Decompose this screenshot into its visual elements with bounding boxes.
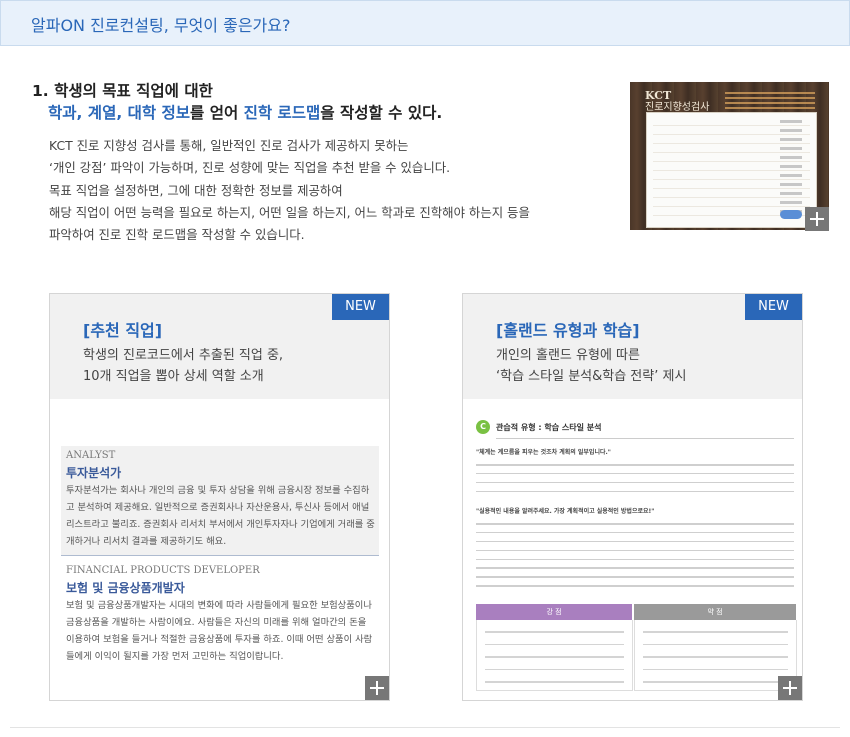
thumbnail-questionnaire xyxy=(646,112,817,228)
job-description-line: 금융상품을 개발하는 사람이에요. 사람들은 자신의 미래를 위해 얼마간의 돈… xyxy=(66,617,367,628)
job-description-line: 고 분석하여 제공해요. 일반적으로 증권회사나 자산운용사, 투신사 등에서 … xyxy=(66,502,370,513)
job-description-line: 보험 및 금융상품개발자는 시대의 변화에 따라 사람들에게 필요한 보험상품이… xyxy=(66,600,372,611)
description-line: 파악하여 진로 진학 로드맵을 작성할 수 있습니다. xyxy=(49,227,305,243)
doc-quote: "체계는 계으름을 피우는 것조차 계획의 일부입니다." xyxy=(476,449,611,456)
job-description: 보험 및 금융상품개발자는 시대의 변화에 따라 사람들에게 필요한 보험상품이… xyxy=(66,597,378,665)
learning-style-preview: C 관습적 유형 : 학습 스타일 분석 "체계는 계으름을 피우는 것조차 계… xyxy=(474,409,798,691)
banner-title: 알파ON 진로컨설팅, 무엇이 좋은가요? xyxy=(31,16,291,35)
doc-quote: "실용적인 내용을 알려주세요. 가장 계획적이고 실용적인 방법으로요!" xyxy=(476,508,655,515)
card-title: [홀랜드 유형과 학습] xyxy=(496,321,640,340)
weakness-header: 약 점 xyxy=(634,604,796,620)
highlight-text: 학과, 계열, 대학 정보 xyxy=(48,104,191,122)
card-subtitle-line: ‘학습 스타일 분석&학습 전략’ 제시 xyxy=(496,369,687,384)
card-subtitle: 학생의 진로코드에서 추출된 직업 중, 10개 직업을 뽑아 상세 역할 소개 xyxy=(83,345,283,387)
job-description: 투자분석가는 회사나 개인의 금융 및 투자 상담을 위해 금융시장 정보를 수… xyxy=(66,482,378,550)
card-subtitle-line: 개인의 홀랜드 유형에 따른 xyxy=(496,348,640,363)
job-entry: ANALYST 투자분석가 투자분석가는 회사나 개인의 금융 및 투자 상담을… xyxy=(61,446,379,556)
doc-paragraph xyxy=(476,464,794,500)
section-subtitle: 학과, 계열, 대학 정보를 얻어 진학 로드맵을 작성할 수 있다. xyxy=(48,101,442,123)
job-english-name: FINANCIAL PRODUCTS DEVELOPER xyxy=(66,565,260,576)
job-entry: FINANCIAL PRODUCTS DEVELOPER 보험 및 금융상품개발… xyxy=(61,561,379,671)
card-recommended-jobs: NEW [추천 직업] 학생의 진로코드에서 추출된 직업 중, 10개 직업을… xyxy=(49,293,390,701)
doc-title: 관습적 유형 : 학습 스타일 분석 xyxy=(496,423,602,432)
thumbnail-brand: KCT xyxy=(645,89,672,102)
plus-icon[interactable] xyxy=(805,207,829,231)
doc-paragraph xyxy=(476,523,794,594)
thumbnail-text-lines xyxy=(725,92,815,112)
job-title: 보험 및 금융상품개발자 xyxy=(66,581,185,595)
kct-test-thumbnail[interactable]: KCT 진로지향성검사 xyxy=(630,82,829,230)
section-description: KCT 진로 지향성 검사를 통해, 일반적인 진로 검사가 제공하지 못하는 … xyxy=(49,135,530,246)
plain-text: 를 얻어 xyxy=(190,104,244,122)
description-line: KCT 진로 지향성 검사를 통해, 일반적인 진로 검사가 제공하지 못하는 xyxy=(49,138,409,153)
top-banner: 알파ON 진로컨설팅, 무엇이 좋은가요? xyxy=(0,0,850,46)
strength-cell xyxy=(476,620,633,691)
section-title: 1. 학생의 목표 직업에 대한 xyxy=(32,82,213,100)
highlight-text: 진학 로드맵 xyxy=(243,104,321,122)
new-badge: NEW xyxy=(745,294,802,320)
weakness-cell xyxy=(634,620,797,691)
job-description-line: 리스트라고 불리죠. 증권회사 리서치 부서에서 개인투자자나 기업에게 거래를… xyxy=(66,519,375,530)
card-subtitle-line: 10개 직업을 뽑아 상세 역할 소개 xyxy=(83,369,264,384)
thumbnail-heading: KCT 진로지향성검사 xyxy=(645,90,709,113)
job-description-line: 개하거나 리서치 결과를 제공하기도 해요. xyxy=(66,536,227,547)
card-subtitle: 개인의 홀랜드 유형에 따른 ‘학습 스타일 분석&학습 전략’ 제시 xyxy=(496,345,686,387)
divider xyxy=(10,727,840,728)
card-holland-learning: NEW [홀랜드 유형과 학습] 개인의 홀랜드 유형에 따른 ‘학습 스타일 … xyxy=(462,293,803,701)
plus-icon[interactable] xyxy=(778,676,802,700)
job-description-line: 투자분석가는 회사나 개인의 금융 및 투자 상담을 위해 금융시장 정보를 수… xyxy=(66,485,370,496)
description-line: ‘개인 강점’ 파악이 가능하며, 진로 성향에 맞는 직업을 추천 받을 수 … xyxy=(49,160,451,176)
new-badge: NEW xyxy=(332,294,389,320)
job-title: 투자분석가 xyxy=(66,466,122,480)
job-description-line: 이용하여 보험을 들거나 적절한 금융상품에 투자를 하죠. 이때 어떤 상품이… xyxy=(66,634,373,645)
plain-text: 을 작성할 수 있다. xyxy=(320,104,443,122)
description-line: 목표 직업을 설정하면, 그에 대한 정확한 정보를 제공하여 xyxy=(49,182,343,198)
strength-header: 강 점 xyxy=(476,604,632,620)
card-subtitle-line: 학생의 진로코드에서 추출된 직업 중, xyxy=(83,348,284,363)
job-description-line: 들에게 이익이 될지를 가장 먼저 고민하는 직업이랍니다. xyxy=(66,651,284,662)
job-english-name: ANALYST xyxy=(66,450,116,461)
card-title: [추천 직업] xyxy=(83,321,163,340)
type-badge: C xyxy=(476,420,490,434)
description-line: 해당 직업이 어떤 능력을 필요로 하는지, 어떤 일을 하는지, 어느 학과로… xyxy=(49,204,530,220)
thumbnail-next-button xyxy=(780,210,802,219)
plus-icon[interactable] xyxy=(365,676,389,700)
divider xyxy=(496,438,794,439)
